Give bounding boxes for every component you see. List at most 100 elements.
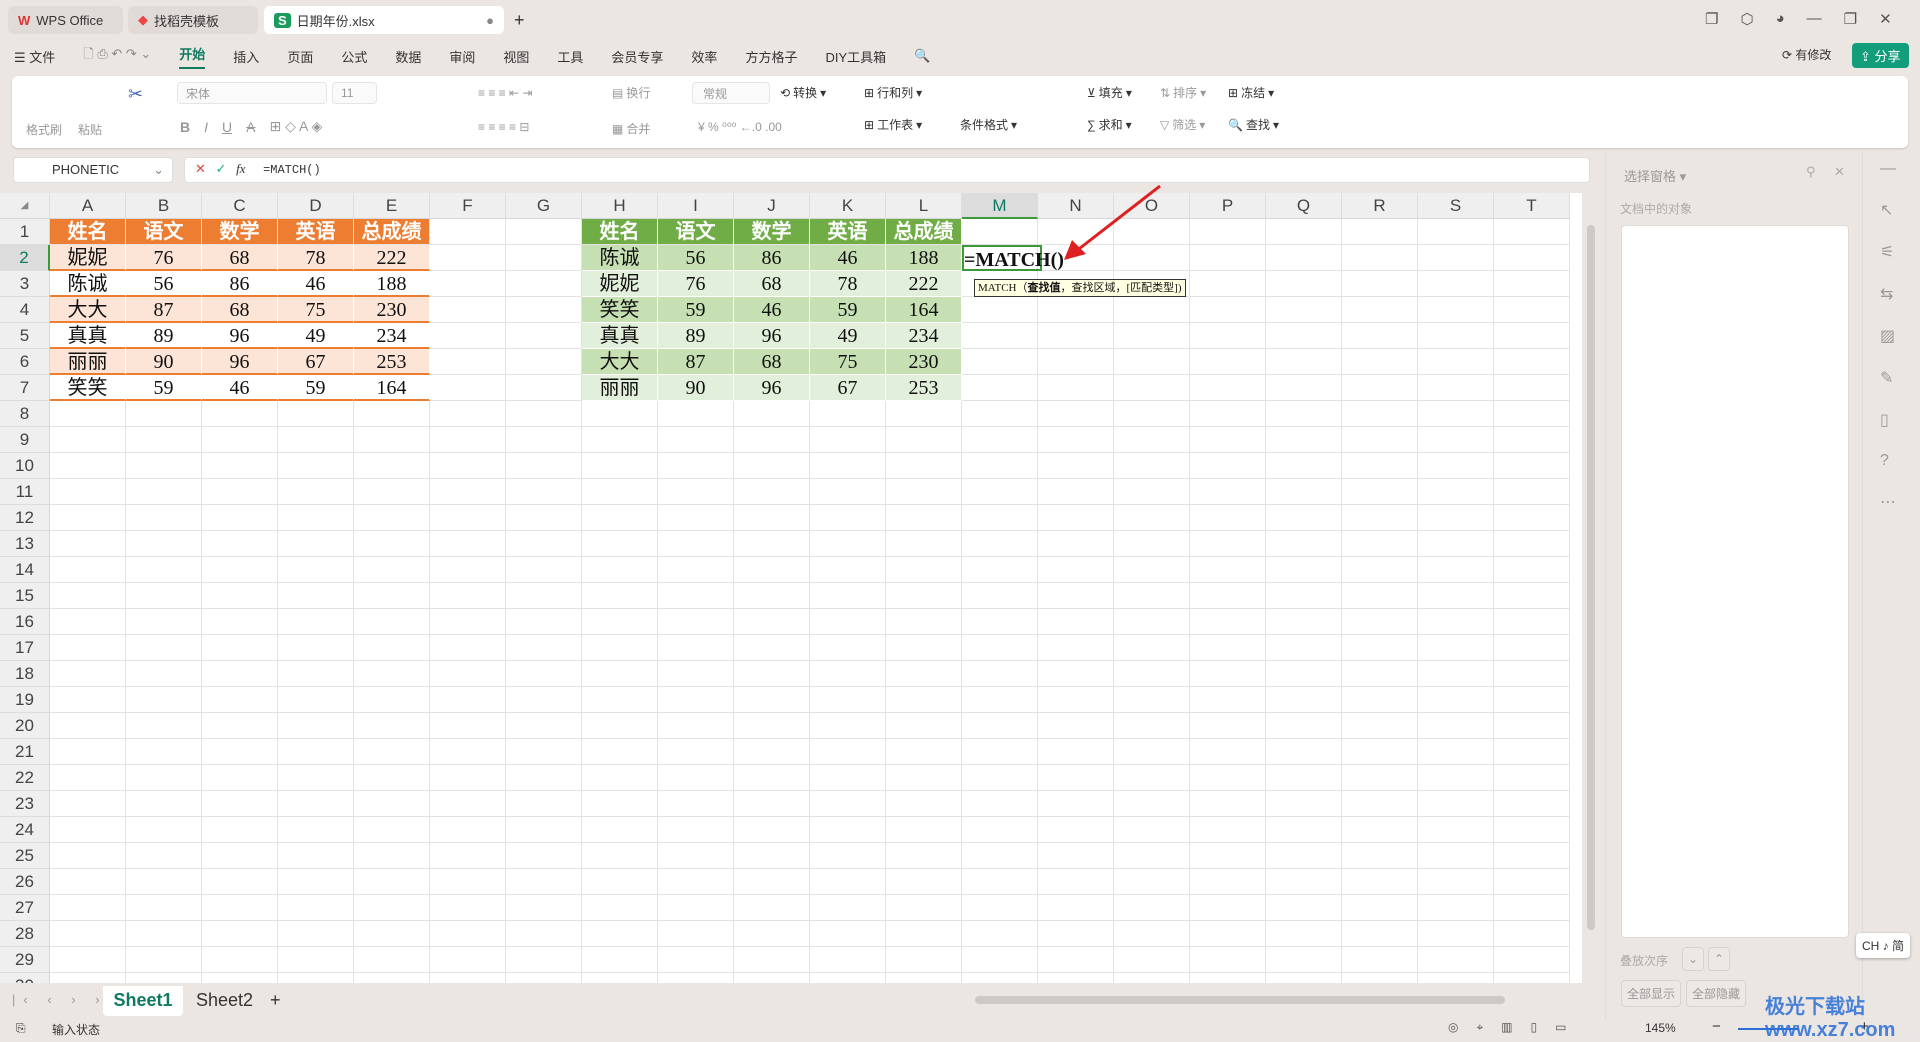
cell[interactable] (1342, 921, 1418, 947)
cell[interactable] (1266, 479, 1342, 505)
cell[interactable] (658, 869, 734, 895)
cell[interactable] (506, 297, 582, 323)
table-cell[interactable]: 数学 (734, 219, 810, 245)
cell[interactable] (1114, 895, 1190, 921)
table-cell[interactable]: 68 (202, 245, 278, 271)
cell[interactable] (734, 479, 810, 505)
cell[interactable] (962, 687, 1038, 713)
table-cell[interactable]: 笑笑 (50, 375, 126, 401)
cell[interactable] (354, 505, 430, 531)
cell[interactable] (430, 895, 506, 921)
cell[interactable] (430, 843, 506, 869)
cut-icon[interactable]: ✂ (128, 84, 143, 105)
tools-icon[interactable]: ✎ (1880, 368, 1896, 388)
cell[interactable] (886, 921, 962, 947)
cell[interactable] (1114, 687, 1190, 713)
cell[interactable] (430, 739, 506, 765)
cell[interactable] (430, 427, 506, 453)
cell[interactable] (734, 921, 810, 947)
cell[interactable] (1266, 843, 1342, 869)
freeze-button[interactable]: ⊞ 冻结 ▾ (1228, 84, 1274, 101)
zoom-out-button[interactable]: − (1712, 1018, 1721, 1035)
cell[interactable] (1190, 375, 1266, 401)
cell[interactable] (126, 739, 202, 765)
table-cell[interactable]: 大大 (50, 297, 126, 323)
cell[interactable] (1418, 687, 1494, 713)
cell[interactable] (278, 583, 354, 609)
column-header-R[interactable]: R (1342, 193, 1418, 219)
cell[interactable] (202, 401, 278, 427)
move-down-button[interactable]: ⌄ (1682, 947, 1705, 971)
cell[interactable] (50, 895, 126, 921)
cell[interactable] (1114, 713, 1190, 739)
cell[interactable] (962, 349, 1038, 375)
table-cell[interactable]: 59 (126, 375, 202, 401)
cell[interactable] (1038, 635, 1114, 661)
cell[interactable] (1190, 453, 1266, 479)
cell[interactable] (430, 713, 506, 739)
cell[interactable] (1038, 557, 1114, 583)
cell[interactable] (1038, 947, 1114, 973)
cell[interactable] (658, 947, 734, 973)
cell[interactable] (126, 947, 202, 973)
cell[interactable] (658, 661, 734, 687)
table-cell[interactable]: 78 (810, 271, 886, 297)
cell[interactable] (1494, 791, 1570, 817)
cell[interactable] (50, 791, 126, 817)
cell[interactable] (354, 427, 430, 453)
cell[interactable] (1418, 323, 1494, 349)
cell[interactable] (1266, 557, 1342, 583)
cell[interactable] (962, 297, 1038, 323)
cube-icon[interactable]: ⬡ (1740, 10, 1753, 28)
cell[interactable] (126, 817, 202, 843)
cell[interactable] (430, 609, 506, 635)
table-cell[interactable]: 230 (354, 297, 430, 323)
cell[interactable] (886, 869, 962, 895)
cell[interactable] (1266, 219, 1342, 245)
column-header-J[interactable]: J (734, 193, 810, 219)
table-cell[interactable]: 76 (126, 245, 202, 271)
cell[interactable] (1418, 817, 1494, 843)
cell[interactable] (962, 895, 1038, 921)
cell[interactable] (354, 531, 430, 557)
cell[interactable] (1266, 531, 1342, 557)
cell[interactable] (734, 557, 810, 583)
cell[interactable] (1342, 245, 1418, 271)
cell[interactable] (202, 947, 278, 973)
cell[interactable] (734, 687, 810, 713)
sort-button[interactable]: ⇅ 排序 ▾ (1160, 84, 1206, 101)
cell[interactable] (202, 453, 278, 479)
cell[interactable] (1494, 245, 1570, 271)
cell[interactable] (126, 661, 202, 687)
cell[interactable] (506, 635, 582, 661)
cell[interactable] (1266, 869, 1342, 895)
table-cell[interactable]: 89 (658, 323, 734, 349)
cell[interactable] (354, 791, 430, 817)
cell[interactable] (1418, 609, 1494, 635)
cell[interactable] (126, 713, 202, 739)
cell[interactable] (1494, 895, 1570, 921)
book-icon[interactable]: ▯ (1880, 410, 1896, 430)
cell[interactable] (1266, 739, 1342, 765)
cell[interactable] (50, 505, 126, 531)
table-cell[interactable]: 96 (734, 375, 810, 401)
halign-buttons[interactable]: ≡ ≡ ≡ ≡ ⊟ (478, 120, 529, 134)
cell[interactable] (506, 219, 582, 245)
table-cell[interactable]: 妮妮 (582, 271, 658, 297)
table-cell[interactable]: 68 (202, 297, 278, 323)
cell[interactable] (354, 557, 430, 583)
cell[interactable] (430, 583, 506, 609)
pin-icon[interactable]: ⚲ (1806, 164, 1816, 180)
cell[interactable] (1342, 973, 1418, 983)
cell[interactable] (50, 739, 126, 765)
cell[interactable] (202, 973, 278, 983)
cell[interactable] (658, 687, 734, 713)
cell[interactable] (506, 349, 582, 375)
column-header-D[interactable]: D (278, 193, 354, 219)
cell[interactable] (126, 687, 202, 713)
cell[interactable] (582, 479, 658, 505)
cell[interactable] (278, 843, 354, 869)
cell[interactable] (1494, 921, 1570, 947)
column-header-S[interactable]: S (1418, 193, 1494, 219)
table-cell[interactable]: 语文 (126, 219, 202, 245)
